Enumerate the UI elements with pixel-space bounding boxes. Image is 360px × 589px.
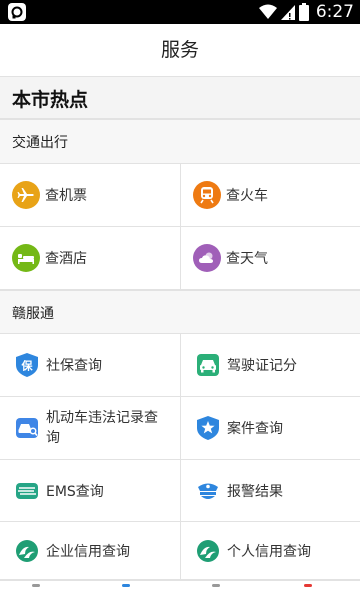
section-ganfutong: 赣服通 [0,290,360,334]
service-label: 机动车违法记录查询 [46,410,158,446]
cell-signal-icon [280,5,295,20]
service-enterprise-credit[interactable]: 企业信用查询 [0,522,180,579]
train-icon [193,181,221,209]
ems-icon [16,482,38,499]
service-ems[interactable]: EMS查询 [0,460,180,521]
page-title: 服务 [160,39,199,61]
hot-label: 本市热点 [12,89,89,111]
service-vehicle-violation[interactable]: 机动车违法记录查询 [0,397,180,459]
service-label: 查火车 [226,188,268,204]
police-cap-icon [198,483,218,499]
svg-text:保: 保 [21,359,34,373]
ganfutong-row: 保 社保查询 驾驶证记分 [0,334,360,397]
status-time: 6:27 [315,2,354,22]
vehicle-violation-icon [16,418,38,438]
section-label-transport: 交通出行 [12,135,68,151]
service-label: 查机票 [45,188,87,204]
section-label-ganfutong: 赣服通 [12,306,54,322]
ganfutong-row: 企业信用查询 个人信用查询 [0,522,360,580]
wifi-icon [258,4,277,19]
police-badge-icon [197,416,219,440]
app-header: 服务 [0,24,360,77]
hotel-bed-icon [12,244,40,272]
credit-wave-icon [16,539,38,562]
transport-row: 查酒店 查天气 [0,227,360,290]
service-trains[interactable]: 查火车 [180,164,360,226]
airplane-icon [12,181,40,209]
hot-banner: 本市热点 [0,77,360,119]
nav-tab-icon[interactable] [32,584,40,587]
service-label: 企业信用查询 [46,543,130,560]
ganfutong-row: 机动车违法记录查询 案件查询 [0,397,360,460]
service-label: 社保查询 [46,358,102,374]
service-label: 个人信用查询 [227,543,311,560]
nav-tab-icon[interactable] [212,584,220,587]
social-security-shield-icon: 保 [16,353,38,377]
service-label: EMS查询 [46,483,104,500]
service-personal-credit[interactable]: 个人信用查询 [180,522,360,579]
service-case-query[interactable]: 案件查询 [180,397,360,459]
service-label: 查天气 [226,251,268,267]
status-bar: 6:27 [0,0,360,24]
battery-icon [298,3,309,21]
nav-tab-icon[interactable] [304,584,312,587]
service-weather[interactable]: 查天气 [180,227,360,289]
service-police-report[interactable]: 报警结果 [180,460,360,521]
service-social-security[interactable]: 保 社保查询 [0,334,180,396]
service-label: 案件查询 [227,421,283,437]
ganfutong-row: EMS查询 报警结果 [0,460,360,522]
bottom-nav-peek [0,580,360,589]
service-flights[interactable]: 查机票 [0,164,180,226]
weather-cloud-icon [193,244,221,272]
nav-tab-icon[interactable] [122,584,130,587]
credit-wave-icon [197,539,219,562]
signal-app-icon [8,3,26,21]
service-label: 查酒店 [45,251,87,267]
drivers-license-icon [197,354,219,376]
service-label: 报警结果 [227,483,283,500]
service-hotels[interactable]: 查酒店 [0,227,180,289]
transport-row: 查机票 查火车 [0,164,360,227]
service-label: 驾驶证记分 [227,358,297,374]
service-drivers-license[interactable]: 驾驶证记分 [180,334,360,396]
section-transport: 交通出行 [0,119,360,164]
